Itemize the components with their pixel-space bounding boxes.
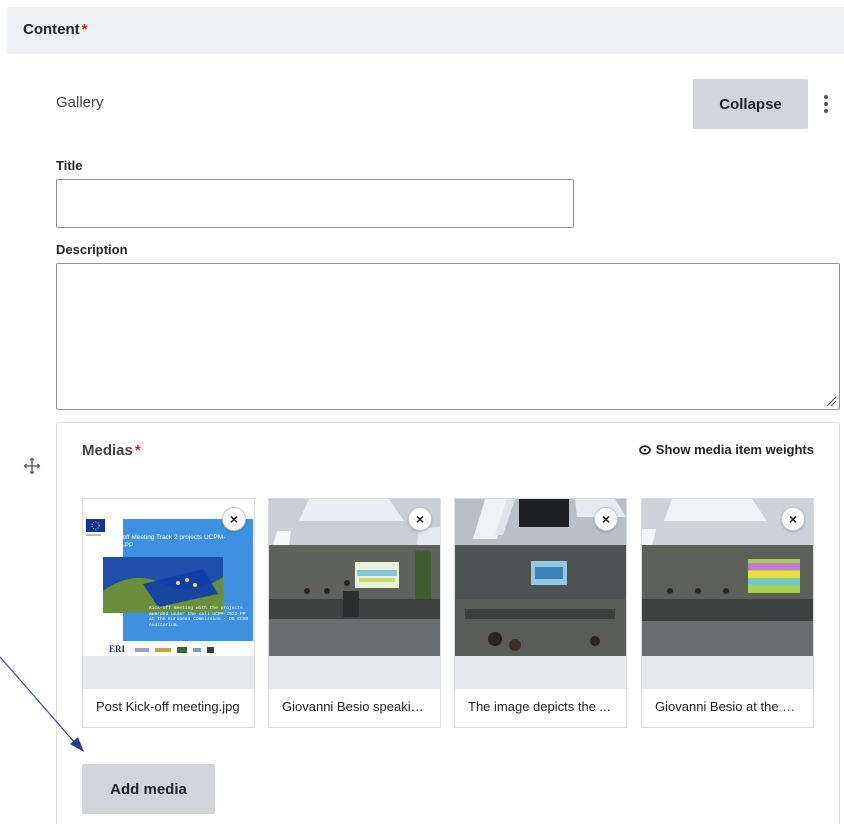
poster-body: Kick-off meeting with the projects award… (149, 606, 249, 628)
title-input[interactable] (56, 179, 574, 228)
description-label: Description (56, 242, 128, 257)
media-item-caption: Giovanni Besio speakin... (269, 689, 440, 727)
paragraph-type-label: Gallery (56, 94, 104, 111)
media-item[interactable]: Giovanni Besio speakin... × (268, 498, 441, 728)
remove-media-button[interactable]: × (594, 507, 618, 531)
medias-widget: Medias * Show media item weights Kick-off… (56, 422, 840, 824)
show-weights-link[interactable]: Show media item weights (638, 442, 814, 457)
poster-footer-logo: ERI (109, 644, 126, 654)
description-textarea[interactable] (56, 263, 840, 410)
poster-headline: Kick-off Meeting Track 2 projects UCPM-2… (108, 534, 226, 549)
drag-handle-icon[interactable] (23, 457, 41, 475)
media-item[interactable]: Giovanni Besio at the Ki... × (641, 498, 814, 728)
required-marker: * (81, 21, 88, 38)
resize-grip-icon[interactable] (826, 396, 837, 407)
collapse-button[interactable]: Collapse (693, 79, 808, 129)
eye-icon (638, 444, 651, 455)
kebab-menu-icon[interactable] (819, 93, 833, 115)
poster-partner-logos (135, 647, 245, 653)
section-title: Content * (23, 21, 88, 38)
media-item-caption: Post Kick-off meeting.jpg (83, 689, 254, 727)
remove-media-button[interactable]: × (781, 507, 805, 531)
remove-media-button[interactable]: × (222, 507, 246, 531)
medias-label: Medias * (82, 442, 141, 459)
content-section-header: Content * (7, 7, 844, 54)
add-media-button[interactable]: Add media (82, 764, 215, 814)
remove-media-button[interactable]: × (408, 507, 432, 531)
title-label: Title (56, 158, 83, 173)
required-marker: * (134, 442, 141, 459)
media-item-caption: Giovanni Besio at the Ki... (642, 689, 813, 727)
media-item-caption: The image depicts the ... (455, 689, 626, 727)
media-item[interactable]: The image depicts the ... × (454, 498, 627, 728)
media-item[interactable]: Kick-off Meeting Track 2 projects UCPM-2… (82, 498, 255, 728)
